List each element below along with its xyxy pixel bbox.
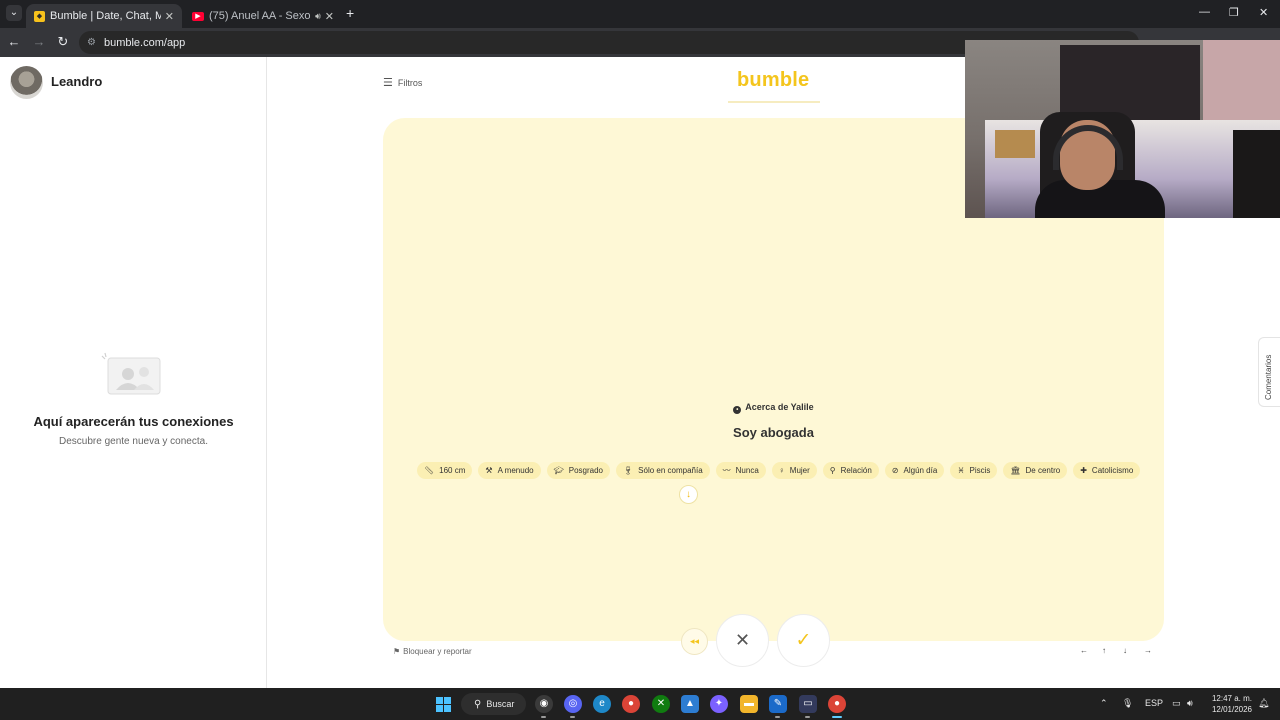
sliders-icon: ☰ xyxy=(383,77,393,89)
comments-side-tab[interactable]: Comentarios xyxy=(1258,337,1280,407)
bumble-favicon-icon: ◆ xyxy=(34,10,45,22)
terminal-icon[interactable]: ▭ xyxy=(799,695,817,713)
about-text: Soy abogada xyxy=(733,425,814,440)
baby-bottle-icon: ⊘ xyxy=(891,466,899,475)
copilot-icon[interactable]: ✦ xyxy=(710,695,728,713)
ruler-icon: 📏︎ xyxy=(424,466,435,475)
chip-education: 🎓︎ Posgrado xyxy=(546,462,610,479)
empty-connections-illustration-icon xyxy=(101,352,161,395)
chip-drinking: 🍷︎ Sólo en compañía xyxy=(616,462,710,479)
profile-name[interactable]: Leandro xyxy=(51,74,102,89)
chip-politics: 🏛︎ De centro xyxy=(1003,462,1068,479)
back-icon[interactable]: ← xyxy=(6,34,22,50)
url-text: bumble.com/app xyxy=(103,36,186,49)
windows-start-icon[interactable] xyxy=(436,697,451,712)
chat-bubble-icon: • xyxy=(733,406,742,414)
tab-title: (75) Anuel AA - Sexo Con C xyxy=(209,10,312,22)
photos-icon[interactable]: ▲ xyxy=(681,695,699,713)
site-info-icon[interactable]: ⚙ xyxy=(87,37,96,48)
flag-icon: ⚑ xyxy=(393,647,401,656)
obs-icon[interactable]: ◉ xyxy=(535,695,553,713)
taskbar-clock[interactable]: 12:47 a. m. 12/01/2026 xyxy=(1206,693,1252,715)
connections-sidebar: Leandro Aquí aparecerán tus conexiones D… xyxy=(0,57,267,688)
speaker-icon[interactable]: 🔊︎ xyxy=(315,11,321,22)
faith-icon: ✚ xyxy=(1080,466,1087,475)
institution-icon: 🏛︎ xyxy=(1010,466,1021,475)
chip-kids: ⊘ Algún día xyxy=(884,462,945,479)
volume-icon[interactable]: 🔊︎ xyxy=(1187,698,1193,709)
magnifier-icon: ⚲ xyxy=(829,466,836,475)
chrome-active-icon[interactable]: ● xyxy=(828,695,846,713)
minimize-icon[interactable]: — xyxy=(1199,6,1210,18)
chip-looking-for: ⚲ Relación xyxy=(822,462,879,479)
scroll-down-button[interactable]: ↓ xyxy=(679,485,698,504)
shortcut-down-icon: ↓ xyxy=(1123,646,1127,655)
chip-gender: ♀ Mujer xyxy=(771,462,817,479)
microphone-icon[interactable]: 🎙︎ xyxy=(1122,698,1133,709)
notifications-icon[interactable]: 🔔︎ xyxy=(1258,698,1269,709)
close-window-icon[interactable]: ✕ xyxy=(1259,6,1268,19)
tab-search-button[interactable]: ⌄ xyxy=(6,5,22,21)
empty-state-title: Aquí aparecerán tus conexiones xyxy=(33,414,234,429)
clock-time: 12:47 a. m. xyxy=(1211,694,1252,703)
about-heading: • Acerca de Yalile xyxy=(383,402,1164,414)
shortcut-up-icon: ↑ xyxy=(1102,646,1106,655)
chip-height: 📏︎ 160 cm xyxy=(417,462,473,479)
avatar[interactable] xyxy=(10,66,43,99)
filters-label: Filtros xyxy=(397,77,423,88)
clock-date: 12/01/2026 xyxy=(1211,705,1252,714)
tab-title: Bumble | Date, Chat, Meet New xyxy=(50,10,161,22)
chip-smoking: 〰 Nunca xyxy=(715,462,766,479)
close-tab-icon[interactable]: ✕ xyxy=(325,10,334,23)
rewind-button[interactable]: ◂◂ xyxy=(681,628,708,655)
browser-tab-strip: ⌄ ◆ Bumble | Date, Chat, Meet New ✕ ▶ (7… xyxy=(0,0,1280,28)
zodiac-icon: ♓ xyxy=(957,466,965,475)
file-explorer-icon[interactable]: ▬ xyxy=(740,695,758,713)
tab-youtube[interactable]: ▶ (75) Anuel AA - Sexo Con C 🔊︎ ✕ xyxy=(184,4,342,28)
youtube-favicon-icon: ▶ xyxy=(192,11,204,21)
taskbar-search[interactable]: ⚲ Buscar xyxy=(461,693,526,715)
logo-underline xyxy=(728,101,820,103)
edge-icon[interactable]: e xyxy=(593,695,611,713)
chrome-icon[interactable]: ● xyxy=(622,695,640,713)
new-tab-button[interactable]: + xyxy=(346,5,354,21)
search-label: Buscar xyxy=(486,699,515,709)
webcam-overlay xyxy=(965,40,1280,218)
wine-glass-icon: 🍷︎ xyxy=(623,466,634,475)
chip-exercise: ⚒ A menudo xyxy=(478,462,541,479)
block-report-link[interactable]: ⚑ Bloquear y reportar xyxy=(393,647,472,656)
shortcut-left-icon: ← xyxy=(1080,646,1088,655)
report-label: Bloquear y reportar xyxy=(403,647,472,656)
graduation-cap-icon: 🎓︎ xyxy=(553,466,564,475)
app-store-icon[interactable]: ✎ xyxy=(769,695,787,713)
comments-label: Comentarios xyxy=(1264,354,1273,400)
reload-icon[interactable]: ↻ xyxy=(55,34,71,50)
dumbbell-icon: ⚒ xyxy=(485,466,493,475)
filters-button[interactable]: ☰ Filtros xyxy=(383,76,422,89)
restore-icon[interactable]: ❐ xyxy=(1229,6,1239,19)
search-icon: ⚲ xyxy=(474,698,482,710)
profile-attributes: 📏︎ 160 cm ⚒ A menudo 🎓︎ Posgrado 🍷︎ Sólo en … xyxy=(417,462,1141,479)
network-icon[interactable]: ▭ xyxy=(1172,698,1181,709)
tab-bumble[interactable]: ◆ Bumble | Date, Chat, Meet New ✕ xyxy=(26,4,182,28)
bumble-logo[interactable]: bumble xyxy=(737,69,809,92)
chip-zodiac: ♓ Piscis xyxy=(950,462,998,479)
tray-overflow-icon[interactable]: ⌃ xyxy=(1100,698,1108,709)
shortcut-right-icon: → xyxy=(1144,646,1152,655)
forward-icon[interactable]: → xyxy=(31,34,47,50)
chip-religion: ✚ Catolicismo xyxy=(1073,462,1141,479)
like-button[interactable]: ✓ xyxy=(777,614,830,667)
xbox-icon[interactable]: ✕ xyxy=(652,695,670,713)
gender-icon: ♀ xyxy=(778,466,785,475)
pass-button[interactable]: ✕ xyxy=(716,614,769,667)
cigarette-icon: 〰 xyxy=(722,466,731,475)
windows-taskbar: ⚲ Buscar ◉ ◎ e ● ✕ ▲ ✦ ▬ ✎ ▭ ● ⌃ 🎙︎ ESP … xyxy=(0,688,1280,720)
input-language[interactable]: ESP xyxy=(1145,698,1163,708)
discord-icon[interactable]: ◎ xyxy=(564,695,582,713)
empty-state-subtitle: Descubre gente nueva y conecta. xyxy=(59,436,208,447)
close-tab-icon[interactable]: ✕ xyxy=(165,10,174,23)
